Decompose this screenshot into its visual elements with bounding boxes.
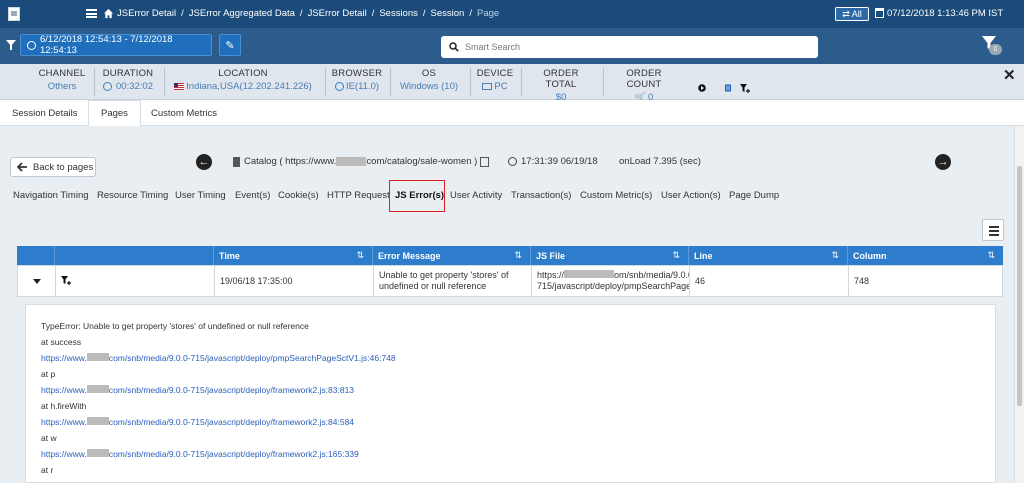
breadcrumb-item[interactable]: Session xyxy=(431,8,465,19)
sort-icon: ⇅ xyxy=(987,250,995,260)
previous-page-icon[interactable]: ← xyxy=(196,154,212,170)
breadcrumb-item[interactable]: JSError Detail xyxy=(308,8,367,19)
back-arrow-icon xyxy=(17,162,27,172)
cell-line: 46 xyxy=(690,266,849,296)
close-icon[interactable]: ✕ xyxy=(1003,66,1016,84)
stack-at: at h.fireWith xyxy=(41,401,87,411)
filter-add-icon[interactable] xyxy=(61,276,72,286)
filter-count-badge: 0 xyxy=(989,44,1002,55)
tab-pages[interactable]: Pages xyxy=(88,100,141,127)
pencil-icon: ✎ xyxy=(225,39,235,52)
search-icon xyxy=(449,42,459,52)
subtab-http-request[interactable]: HTTP Request xyxy=(327,190,390,201)
date-range-button[interactable]: 6/12/2018 12:54:13 - 7/12/2018 12:54:13 xyxy=(20,34,212,56)
page-icon xyxy=(233,156,240,167)
browser-info: BROWSER IE(11.0) xyxy=(331,68,383,92)
subtab-resource-timing[interactable]: Resource Timing xyxy=(97,190,168,201)
column-header-column[interactable]: Column ⇅ xyxy=(848,246,1003,265)
column-header-line[interactable]: Line ⇅ xyxy=(689,246,848,265)
subtab-user-actions[interactable]: User Action(s) xyxy=(661,190,721,201)
tab-session-details[interactable]: Session Details xyxy=(0,100,89,126)
cell-js-file: https://om/snb/media/9.0.0 715/javascrip… xyxy=(532,266,690,296)
subtab-page-dump[interactable]: Page Dump xyxy=(729,190,779,201)
column-list-button[interactable] xyxy=(982,219,1004,241)
vertical-scrollbar[interactable] xyxy=(1014,126,1024,483)
stack-at: at w xyxy=(41,433,57,443)
play-icon[interactable] xyxy=(698,84,706,92)
home-icon[interactable] xyxy=(103,8,114,19)
cell-column: 748 xyxy=(854,275,870,286)
us-flag-icon xyxy=(174,83,185,90)
sort-icon: ⇅ xyxy=(514,250,522,260)
breadcrumb-item[interactable]: JSError Detail xyxy=(117,8,176,19)
current-datetime: 07/12/2018 1:13:46 PM IST xyxy=(887,8,1004,19)
page-onload: onLoad 7.395 (sec) xyxy=(619,156,701,167)
logo-image xyxy=(8,7,20,21)
subtab-cookies[interactable]: Cookie(s) xyxy=(278,190,319,201)
subtab-events[interactable]: Event(s) xyxy=(235,190,270,201)
stack-url-link[interactable]: https://www. com/snb/media/9.0.0-715/java… xyxy=(41,417,354,427)
tab-custom-metrics[interactable]: Custom Metrics xyxy=(139,100,229,126)
stack-trace-panel: TypeError: Unable to get property 'store… xyxy=(25,304,996,483)
document-icon[interactable] xyxy=(724,84,732,92)
ie-icon xyxy=(334,82,344,91)
edit-button[interactable]: ✎ xyxy=(219,34,241,56)
stack-url-link[interactable]: https://www. com/snb/media/9.0.0-715/java… xyxy=(41,353,396,363)
clock-icon xyxy=(508,157,517,166)
breadcrumb: JSError Detail / JSError Aggregated Data /… xyxy=(117,8,500,19)
subtab-user-timing[interactable]: User Timing xyxy=(175,190,226,201)
table-row[interactable]: 19/06/18 17:35:00 Unable to get property… xyxy=(17,265,1003,297)
breadcrumb-current: Page xyxy=(476,8,500,19)
top-bar: JSError Detail / JSError Aggregated Data /… xyxy=(0,0,1024,28)
duration-info: DURATION 00:32:02 xyxy=(102,68,154,92)
copy-icon[interactable] xyxy=(480,156,490,167)
cell-time: 19/06/18 17:35:00 xyxy=(215,266,374,296)
sort-icon: ⇅ xyxy=(672,250,680,260)
filter-bar: 6/12/2018 12:54:13 - 7/12/2018 12:54:13 … xyxy=(0,28,1024,64)
channel-info: CHANNEL Others xyxy=(38,68,86,92)
subtab-navigation-timing[interactable]: Navigation Timing xyxy=(13,190,89,201)
session-info-strip: CHANNEL Others DURATION 00:32:02 LOCATION… xyxy=(0,64,1024,103)
tab-bar: Session Details Pages Custom Metrics xyxy=(0,100,1024,127)
sort-icon: ⇅ xyxy=(831,250,839,260)
clock-icon xyxy=(103,82,112,91)
subtab-user-activity[interactable]: User Activity xyxy=(450,190,502,201)
clock-icon xyxy=(27,40,36,50)
column-header-js-file[interactable]: JS File ⇅ xyxy=(531,246,689,265)
stack-url-link[interactable]: https://www. com/snb/media/9.0.0-715/java… xyxy=(41,449,359,459)
filter-icon[interactable] xyxy=(6,40,16,50)
page-url: Catalog ( https://www. com/catalog/sale-w… xyxy=(233,156,490,167)
subtab-custom-metrics[interactable]: Custom Metric(s) xyxy=(580,190,652,201)
expand-caret-icon[interactable] xyxy=(32,278,41,284)
stack-at: at success xyxy=(41,337,82,347)
calendar-icon xyxy=(875,8,884,18)
js-errors-highlight-box xyxy=(389,180,445,212)
swap-icon: ⇄ xyxy=(842,8,850,19)
breadcrumb-item[interactable]: Sessions xyxy=(379,8,418,19)
order-total-info: ORDER TOTAL $0 xyxy=(543,68,579,103)
os-info: OS Windows (10) xyxy=(399,68,459,92)
stack-url-link[interactable]: https://www. com/snb/media/9.0.0-715/java… xyxy=(41,385,354,395)
stack-at: at p xyxy=(41,369,56,379)
page-time: 17:31:39 06/19/18 xyxy=(508,156,598,167)
menu-icon[interactable] xyxy=(86,9,97,18)
filter-add-icon[interactable] xyxy=(740,84,751,94)
sort-icon: ⇅ xyxy=(356,250,364,260)
back-to-pages-button[interactable]: Back to pages xyxy=(10,157,96,177)
all-button[interactable]: ⇄ All xyxy=(835,7,869,21)
stack-at: at r xyxy=(41,465,54,475)
subtab-transactions[interactable]: Transaction(s) xyxy=(511,190,571,201)
cell-error-message: Unable to get property 'stores' of undefi… xyxy=(374,266,532,296)
search-input[interactable]: Smart Search xyxy=(441,36,818,58)
table-header: Time ⇅ Error Message ⇅ JS File ⇅ Line ⇅ Colu… xyxy=(17,246,1003,265)
column-header-time[interactable]: Time ⇅ xyxy=(214,246,373,265)
stack-error-text: TypeError: Unable to get property 'store… xyxy=(41,321,309,331)
breadcrumb-item[interactable]: JSError Aggregated Data xyxy=(189,8,295,19)
pc-icon xyxy=(482,83,493,90)
order-count-info: ORDER COUNT 🛒 0 xyxy=(626,68,662,103)
next-page-icon[interactable]: → xyxy=(935,154,951,170)
location-info: LOCATION Indiana,USA(12.202.241.226) xyxy=(170,68,316,92)
column-header-error-message[interactable]: Error Message ⇅ xyxy=(373,246,531,265)
device-info: DEVICE PC xyxy=(476,68,514,92)
